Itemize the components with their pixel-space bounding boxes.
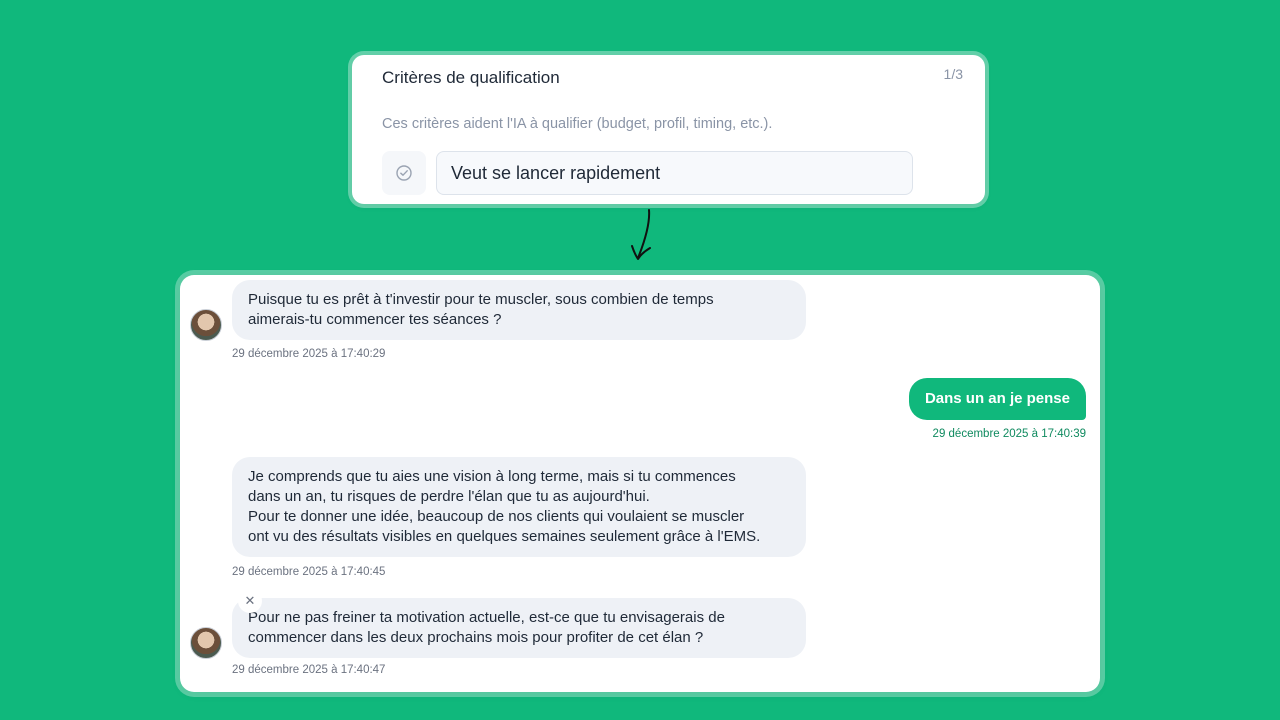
criteria-title: Critères de qualification (382, 68, 560, 87)
qualification-criteria-card: Critères de qualification 1/3 Ces critèr… (352, 55, 985, 204)
message-line: Je comprends que tu aies une vision à lo… (248, 468, 736, 485)
criteria-description: Ces critères aident l'IA à qualifier (bu… (382, 116, 773, 132)
message-line: dans un an, tu risques de perdre l'élan … (248, 488, 650, 505)
message-line: Pour te donner une idée, beaucoup de nos… (248, 508, 745, 525)
message-line: Pour ne pas freiner ta motivation actuel… (248, 609, 725, 626)
user-message: Dans un an je pense (908, 378, 1086, 420)
assistant-message: Je comprends que tu aies une vision à lo… (232, 457, 806, 557)
assistant-avatar (190, 627, 222, 659)
message-timestamp: 29 décembre 2025 à 17:40:39 (932, 428, 1086, 440)
chat-conversation: Puisque tu es prêt à t'investir pour te … (180, 275, 1100, 692)
assistant-avatar (190, 309, 222, 341)
criteria-step-counter: 1/3 (943, 66, 963, 82)
message-timestamp: 29 décembre 2025 à 17:40:45 (232, 566, 386, 578)
close-icon[interactable]: ✕ (238, 589, 262, 613)
assistant-message: Pour ne pas freiner ta motivation actuel… (232, 598, 806, 658)
message-line: ont vu des résultats visibles en quelque… (248, 528, 761, 545)
check-circle-icon[interactable] (382, 151, 426, 195)
message-timestamp: 29 décembre 2025 à 17:40:29 (232, 348, 386, 360)
message-line: aimerais-tu commencer tes séances ? (248, 311, 502, 328)
criteria-input[interactable] (436, 151, 913, 195)
message-timestamp: 29 décembre 2025 à 17:40:47 (232, 664, 386, 676)
assistant-message: Puisque tu es prêt à t'investir pour te … (232, 280, 806, 340)
message-line: Puisque tu es prêt à t'investir pour te … (248, 291, 714, 308)
arrow-down-icon (631, 209, 651, 260)
message-line: commencer dans les deux prochains mois p… (248, 629, 704, 646)
